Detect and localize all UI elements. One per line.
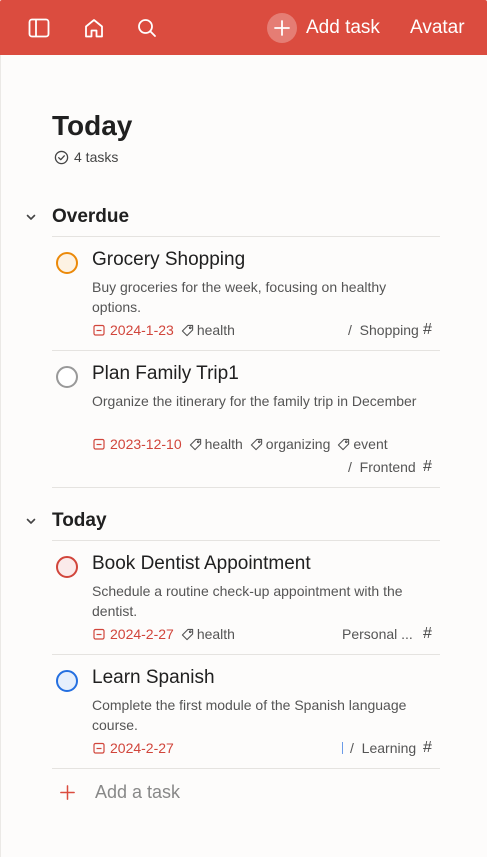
due-date[interactable]: 2024-1-23 [93, 322, 174, 338]
home-button[interactable] [78, 12, 110, 44]
divider [52, 487, 440, 488]
task-count-label: 4 tasks [74, 149, 119, 165]
due-date[interactable]: 2023-12-10 [93, 436, 182, 452]
label-tag[interactable]: health [189, 436, 243, 452]
plus-icon [60, 785, 75, 800]
home-icon [85, 19, 103, 38]
task-description: Schedule a routine check-up appointment … [92, 583, 403, 619]
top-bar: Add task Avatar [0, 0, 487, 55]
section-title: Overdue [52, 206, 130, 227]
task-description: Buy groceries for the week, focusing on … [92, 279, 387, 315]
section-overdue: Overdue [23, 202, 440, 232]
section-title: Today [52, 510, 107, 531]
chevron-down-icon[interactable] [23, 513, 39, 529]
task-meta: 2023-12-10 health organizing event [93, 434, 388, 454]
tag-icon [181, 628, 193, 640]
task-meta: 2024-2-27 [93, 738, 174, 758]
search-button[interactable] [131, 12, 163, 44]
complete-checkbox[interactable] [56, 670, 78, 692]
task-meta: 2024-1-23 health [93, 320, 235, 340]
complete-checkbox[interactable] [56, 366, 78, 388]
task-meta: 2024-2-27 health [93, 624, 235, 644]
project-link[interactable]: / Learning [350, 738, 425, 758]
task-title: Book Dentist Appointment [92, 553, 311, 574]
task-title: Learn Spanish [92, 667, 215, 688]
main-content: Today 4 tasks Overdue Grocery Shopping B… [0, 55, 487, 857]
tag-icon [181, 324, 193, 336]
tag-icon [338, 438, 350, 450]
calendar-icon [93, 742, 105, 754]
tag-icon [250, 438, 262, 450]
avatar[interactable]: Avatar [410, 17, 465, 39]
project-link[interactable]: / Shopping [348, 320, 423, 340]
complete-checkbox[interactable] [56, 252, 78, 274]
add-task-button[interactable]: Add task [267, 13, 380, 43]
hash-icon: # [423, 321, 432, 338]
text-caret [342, 742, 343, 754]
task-item[interactable]: Plan Family Trip1 Organize the itinerary… [52, 350, 440, 487]
add-task-label: Add task [306, 17, 380, 38]
sidebar-toggle-icon [28, 18, 50, 38]
label-tag[interactable]: health [181, 626, 235, 642]
plus-icon [274, 20, 290, 36]
chevron-down-icon[interactable] [23, 209, 39, 225]
task-item[interactable]: Grocery Shopping Buy groceries for the w… [52, 236, 440, 350]
task-title: Grocery Shopping [92, 249, 246, 270]
calendar-icon [93, 324, 105, 336]
calendar-icon [93, 438, 105, 450]
sidebar-toggle-button[interactable] [23, 12, 55, 44]
label-tag[interactable]: health [181, 322, 235, 338]
add-a-task-label: Add a task [95, 782, 181, 802]
tag-icon [189, 438, 201, 450]
label-tag[interactable]: event [337, 436, 388, 452]
divider [52, 768, 440, 769]
task-description: Organize the itinerary for the family tr… [92, 393, 417, 409]
section-today: Today [23, 506, 440, 536]
plus-circle [267, 13, 297, 43]
label-tag[interactable]: organizing [250, 436, 330, 452]
task-count: 4 tasks [54, 149, 118, 165]
project-link[interactable]: Personal ... [342, 624, 417, 644]
hash-icon: # [423, 458, 432, 475]
hash-icon: # [423, 739, 432, 756]
page-title: Today [52, 110, 133, 141]
task-item[interactable]: Learn Spanish Complete the first module … [52, 654, 440, 768]
due-date[interactable]: 2024-2-27 [93, 740, 174, 756]
check-circle-icon [54, 150, 69, 164]
task-description: Complete the first module of the Spanish… [92, 697, 407, 733]
complete-checkbox[interactable] [56, 556, 78, 578]
task-item[interactable]: Book Dentist Appointment Schedule a rout… [52, 540, 440, 654]
search-icon [138, 19, 156, 37]
hash-icon: # [423, 625, 432, 642]
task-title: Plan Family Trip1 [92, 363, 239, 384]
add-a-task-button[interactable]: Add a task [59, 782, 180, 803]
due-date[interactable]: 2024-2-27 [93, 626, 174, 642]
calendar-icon [93, 628, 105, 640]
project-link[interactable]: / Frontend [348, 457, 423, 477]
